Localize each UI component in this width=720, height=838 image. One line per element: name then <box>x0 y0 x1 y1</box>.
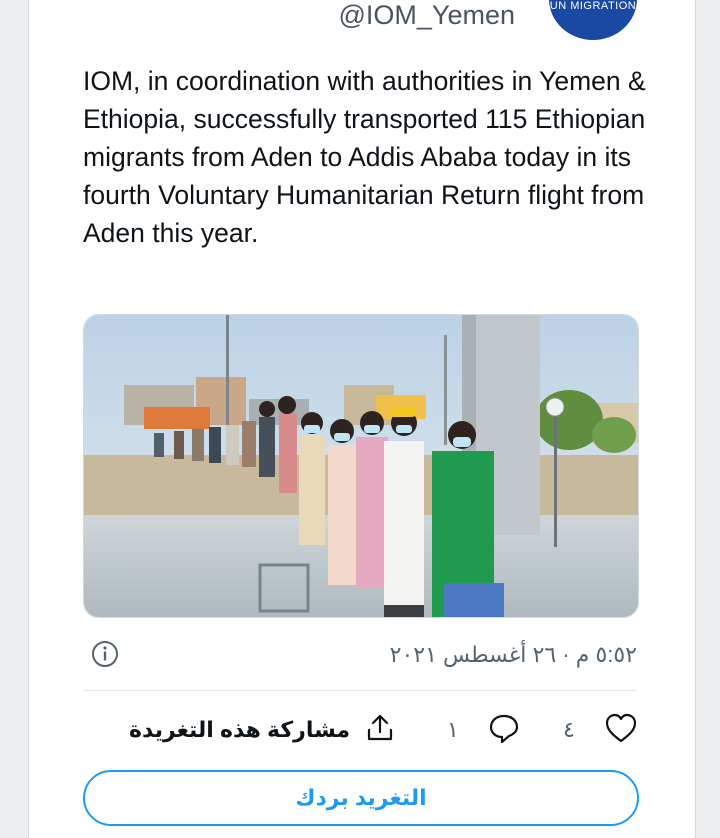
tweet-photo[interactable] <box>83 314 639 618</box>
like-button[interactable]: ٤ <box>563 708 639 752</box>
avatar-logo-text: UN MIGRATION <box>549 0 637 12</box>
heart-icon <box>603 711 639 750</box>
like-count: ٤ <box>563 717 575 742</box>
tweet-timestamp[interactable]: ٥:٥٢ م · ٢٦ أغسطس ٢٠٢١ <box>390 642 637 668</box>
speech-bubble-icon <box>487 711 521 750</box>
author-avatar[interactable]: UN MIGRATION <box>549 0 637 40</box>
author-handle[interactable]: @IOM_Yemen <box>339 0 516 30</box>
reply-button[interactable]: ١ <box>447 708 521 752</box>
tweet-card: @IOM_Yemen UN MIGRATION IOM, in coordina… <box>28 0 696 838</box>
migrants-queue-photo <box>84 315 638 617</box>
tweet-meta-row: ٥:٥٢ م · ٢٦ أغسطس ٢٠٢١ <box>83 636 637 672</box>
share-label: مشاركة هذه التغريدة <box>129 717 351 742</box>
reply-count: ١ <box>447 717 459 742</box>
share-upload-icon <box>364 712 396 749</box>
divider <box>83 690 637 691</box>
tweet-your-reply-button[interactable]: التغريد بردك <box>83 770 639 826</box>
tweet-text: IOM, in coordination with authorities in… <box>83 66 646 248</box>
tweet-actions: مشاركة هذه التغريدة ١ ٤ <box>83 708 637 752</box>
share-tweet-button[interactable]: مشاركة هذه التغريدة <box>129 708 396 752</box>
info-icon[interactable] <box>91 640 119 673</box>
